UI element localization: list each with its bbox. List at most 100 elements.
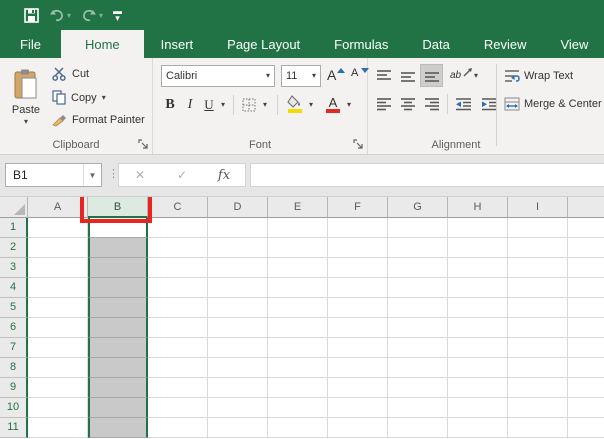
cell-G6[interactable] [388,318,448,338]
cell-B9[interactable] [88,378,148,398]
cancel-icon[interactable]: ✕ [119,168,161,182]
cell-D5[interactable] [208,298,268,318]
cell-H1[interactable] [448,218,508,238]
row-header-5[interactable]: 5 [0,298,28,318]
cell-D2[interactable] [208,238,268,258]
cell-B2[interactable] [88,238,148,258]
cell-A2[interactable] [28,238,88,258]
format-painter-button[interactable]: Format Painter [52,113,145,127]
cell-partial2[interactable] [568,238,604,258]
borders-dropdown-arrow[interactable]: ▾ [259,93,271,117]
font-name-dropdown-arrow[interactable]: ▾ [266,72,270,80]
tab-data[interactable]: Data [405,30,466,58]
fill-color-dropdown-arrow[interactable]: ▾ [305,93,317,117]
column-header-A[interactable]: A [28,197,88,218]
cell-C6[interactable] [148,318,208,338]
cell-G9[interactable] [388,378,448,398]
cell-E6[interactable] [268,318,328,338]
cell-F1[interactable] [328,218,388,238]
column-header-C[interactable]: C [148,197,208,218]
tab-home[interactable]: Home [60,30,144,58]
tab-formulas[interactable]: Formulas [317,30,405,58]
cell-partial10[interactable] [568,398,604,418]
underline-button[interactable]: U [201,93,217,117]
column-header-E[interactable]: E [268,197,328,218]
redo-dropdown-arrow[interactable]: ▾ [99,11,103,20]
increase-font-size-button[interactable]: A [327,65,345,87]
align-left-button[interactable] [372,92,395,115]
middle-align-button[interactable] [396,64,419,87]
column-header-B[interactable]: B [88,197,148,218]
cell-E7[interactable] [268,338,328,358]
undo-dropdown-arrow[interactable]: ▾ [67,11,71,20]
cell-I9[interactable] [508,378,568,398]
bold-button[interactable]: B [161,93,179,117]
cell-partial7[interactable] [568,338,604,358]
cell-I10[interactable] [508,398,568,418]
cell-partial11[interactable] [568,418,604,438]
cell-H8[interactable] [448,358,508,378]
wrap-text-button[interactable]: Wrap Text [504,64,573,87]
cell-H11[interactable] [448,418,508,438]
cell-C7[interactable] [148,338,208,358]
tab-file[interactable]: File [0,30,61,58]
orientation-dropdown-arrow[interactable]: ▾ [474,71,478,79]
name-box[interactable]: B1 ▼ [5,163,102,187]
cell-F5[interactable] [328,298,388,318]
cell-E3[interactable] [268,258,328,278]
increase-indent-button[interactable] [478,92,501,115]
orientation-button[interactable]: ab ▾ [450,64,478,87]
cell-D1[interactable] [208,218,268,238]
cell-G4[interactable] [388,278,448,298]
copy-dropdown-arrow[interactable]: ▾ [102,93,106,101]
cell-partial3[interactable] [568,258,604,278]
cell-D4[interactable] [208,278,268,298]
row-header-3[interactable]: 3 [0,258,28,278]
cell-A6[interactable] [28,318,88,338]
column-header-partial[interactable] [568,197,604,218]
cell-E10[interactable] [268,398,328,418]
paste-dropdown-arrow[interactable]: ▾ [24,118,28,126]
fill-color-button[interactable] [285,93,305,117]
font-size-dropdown-arrow[interactable]: ▾ [312,72,316,80]
cell-A11[interactable] [28,418,88,438]
redo-button[interactable]: ▾ [81,9,103,22]
cell-F7[interactable] [328,338,388,358]
tab-review[interactable]: Review [467,30,544,58]
underline-dropdown-arrow[interactable]: ▾ [217,93,229,117]
name-box-dropdown-arrow[interactable]: ▼ [83,164,101,186]
cell-H9[interactable] [448,378,508,398]
row-header-1[interactable]: 1 [0,218,28,238]
formula-input[interactable] [250,163,604,187]
row-header-4[interactable]: 4 [0,278,28,298]
cell-A5[interactable] [28,298,88,318]
cell-C2[interactable] [148,238,208,258]
cell-C3[interactable] [148,258,208,278]
cell-H6[interactable] [448,318,508,338]
column-header-G[interactable]: G [388,197,448,218]
decrease-indent-button[interactable] [452,92,475,115]
cell-B4[interactable] [88,278,148,298]
font-color-button[interactable]: A [323,93,343,117]
clipboard-dialog-launcher-icon[interactable] [138,139,149,150]
column-header-F[interactable]: F [328,197,388,218]
cell-B6[interactable] [88,318,148,338]
tab-page-layout[interactable]: Page Layout [210,30,317,58]
top-align-button[interactable] [372,64,395,87]
cell-H7[interactable] [448,338,508,358]
cell-B5[interactable] [88,298,148,318]
font-color-dropdown-arrow[interactable]: ▾ [343,93,355,117]
cell-partial5[interactable] [568,298,604,318]
cell-E5[interactable] [268,298,328,318]
cell-H5[interactable] [448,298,508,318]
cell-partial4[interactable] [568,278,604,298]
cell-H4[interactable] [448,278,508,298]
cell-F6[interactable] [328,318,388,338]
row-header-7[interactable]: 7 [0,338,28,358]
center-button[interactable] [396,92,419,115]
cell-I8[interactable] [508,358,568,378]
cell-F9[interactable] [328,378,388,398]
cell-I6[interactable] [508,318,568,338]
cell-partial9[interactable] [568,378,604,398]
cell-B7[interactable] [88,338,148,358]
